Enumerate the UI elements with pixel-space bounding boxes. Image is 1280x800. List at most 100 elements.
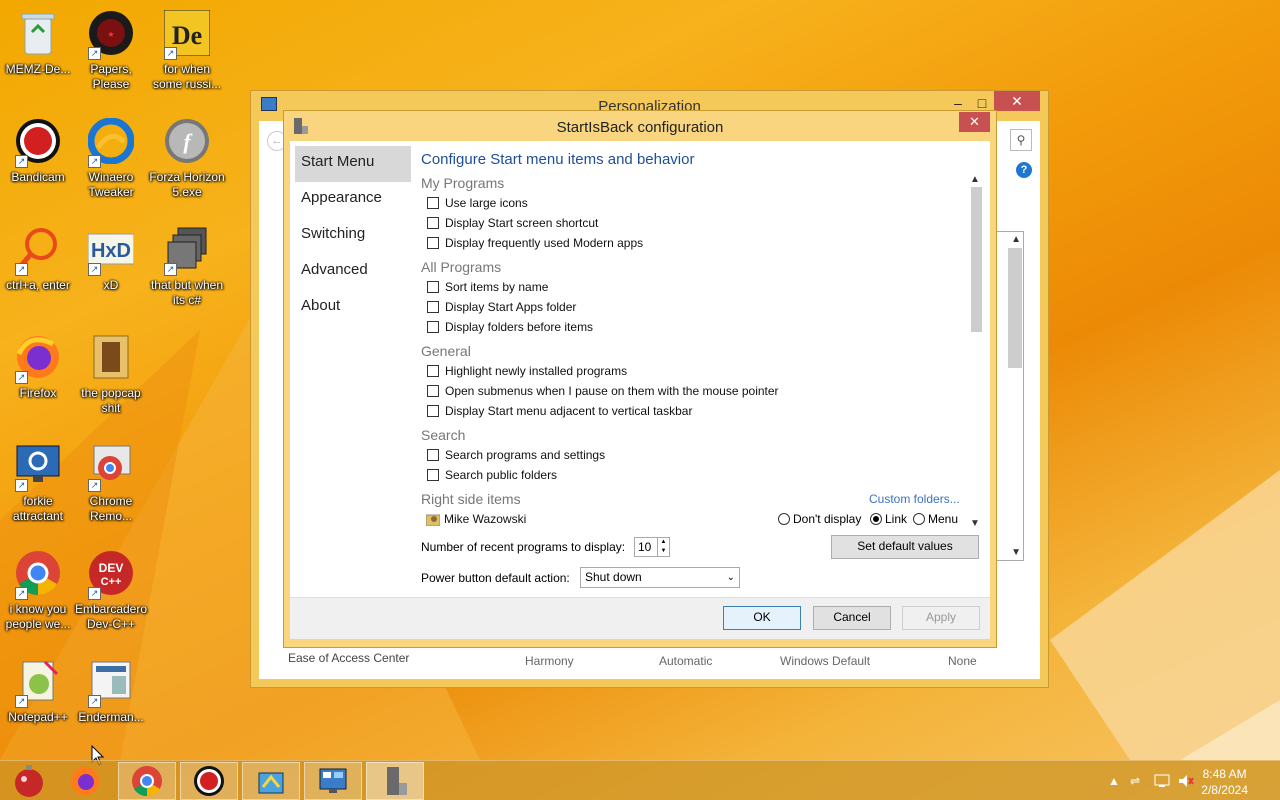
radio-circle[interactable] <box>778 513 790 525</box>
checkbox-adjacent-vertical[interactable]: Display Start menu adjacent to vertical … <box>427 404 692 418</box>
checkbox-box[interactable] <box>427 217 439 229</box>
desktop-icon-label: Firefox <box>19 386 57 400</box>
radio-link[interactable]: Link <box>870 512 907 526</box>
checkbox-box[interactable] <box>427 321 439 333</box>
spinner-value[interactable]: 10 <box>635 538 657 556</box>
startisback-dialog[interactable]: StartIsBack configuration ✕ Start Menu A… <box>283 110 997 648</box>
scrollbar-thumb[interactable] <box>971 187 982 332</box>
nav-advanced[interactable]: Advanced <box>295 254 411 290</box>
desktop-icon-popcap[interactable]: the popcap shit <box>73 332 149 416</box>
desktop-icon-ctrl-a[interactable]: ↗ ctrl+a, enter <box>0 224 76 293</box>
desktop-icon-notepadpp[interactable]: ↗ Notepad++ <box>0 656 76 725</box>
desktop-icon-forza[interactable]: f Forza Horizon 5.exe <box>149 116 225 200</box>
scroll-down-icon[interactable]: ▼ <box>1011 547 1021 558</box>
checkbox-box[interactable] <box>427 365 439 377</box>
desktop-icon-devcpp[interactable]: DEV C++ ↗ Embarcadero Dev-C++ <box>73 548 149 632</box>
spinner-arrows[interactable]: ▲ ▼ <box>657 538 669 556</box>
close-button[interactable]: ✕ <box>959 112 990 132</box>
chrome-icon: ↗ <box>13 548 63 600</box>
taskbar-chrome[interactable] <box>118 762 176 800</box>
desktop-icon-winaero[interactable]: ↗ Winaero Tweaker <box>73 116 149 200</box>
checkbox-box[interactable] <box>427 469 439 481</box>
desktop-icon-that-but[interactable]: ↗ that but when its c# <box>149 224 225 308</box>
checkbox-start-apps-folder[interactable]: Display Start Apps folder <box>427 300 576 314</box>
theme-none[interactable]: None <box>948 654 977 668</box>
checkbox-box[interactable] <box>427 385 439 397</box>
spin-up-icon[interactable]: ▲ <box>658 538 669 547</box>
desktop-icon-enderman[interactable]: ↗ Enderman... <box>73 656 149 725</box>
close-button[interactable]: ✕ <box>994 91 1040 111</box>
desktop-icon-label: Forza Horizon 5.exe <box>149 170 225 199</box>
nav-appearance[interactable]: Appearance <box>295 182 411 218</box>
theme-windows-default[interactable]: Windows Default <box>780 654 870 668</box>
ok-button[interactable]: OK <box>723 606 801 630</box>
checkbox-box[interactable] <box>427 449 439 461</box>
taskbar-startisback[interactable] <box>366 762 424 800</box>
scrollbar-thumb[interactable] <box>1008 248 1022 368</box>
apply-button[interactable]: Apply <box>902 606 980 630</box>
checkbox-box[interactable] <box>427 301 439 313</box>
checkbox-folders-before-items[interactable]: Display folders before items <box>427 320 593 334</box>
radio-circle[interactable] <box>870 513 882 525</box>
ease-of-access-link[interactable]: Ease of Access Center <box>288 651 409 665</box>
checkbox-box[interactable] <box>427 281 439 293</box>
checkbox-use-large-icons[interactable]: Use large icons <box>427 196 528 210</box>
volume-muted-icon[interactable] <box>1178 761 1194 800</box>
nav-start-menu[interactable]: Start Menu <box>295 146 411 182</box>
checkbox-start-screen-shortcut[interactable]: Display Start screen shortcut <box>427 216 598 230</box>
desktop-icon-xd[interactable]: HxD ↗ xD <box>73 224 149 293</box>
nav-about[interactable]: About <box>295 290 411 326</box>
show-hidden-icons[interactable]: ▲ <box>1108 761 1120 800</box>
start-button[interactable] <box>0 762 58 800</box>
checkbox-sort-by-name[interactable]: Sort items by name <box>427 280 548 294</box>
checkbox-search-public[interactable]: Search public folders <box>427 468 557 482</box>
svg-text:★: ★ <box>107 30 114 39</box>
taskbar-bandicam[interactable] <box>180 762 238 800</box>
desktop-icon-forkie[interactable]: ↗ forkie attractant <box>0 440 76 524</box>
desktop-icon-memz[interactable]: MEMZ-De... <box>0 8 76 77</box>
desktop-icon-bandicam[interactable]: ↗ Bandicam <box>0 116 76 185</box>
checkbox-highlight-new[interactable]: Highlight newly installed programs <box>427 364 627 378</box>
theme-harmony[interactable]: Harmony <box>525 654 574 668</box>
desktop-icon-label: xD <box>103 278 119 292</box>
power-action-select[interactable]: Shut down ⌄ <box>580 567 740 588</box>
taskbar-clock[interactable]: 8:48 AM 2/8/2024 <box>1201 766 1248 798</box>
radio-dont-display[interactable]: Don't display <box>778 512 861 526</box>
checkbox-modern-apps[interactable]: Display frequently used Modern apps <box>427 236 643 250</box>
recent-programs-spinner[interactable]: 10 ▲ ▼ <box>634 537 670 557</box>
checkbox-search-programs[interactable]: Search programs and settings <box>427 448 605 462</box>
taskbar-winaero[interactable] <box>242 762 300 800</box>
usb-icon[interactable]: ⇌ <box>1130 761 1140 800</box>
checkbox-box[interactable] <box>427 405 439 417</box>
nav-switching[interactable]: Switching <box>295 218 411 254</box>
scroll-down-icon[interactable]: ▼ <box>970 518 980 529</box>
radio-circle[interactable] <box>913 513 925 525</box>
popcap-icon <box>86 332 136 382</box>
scroll-up-icon[interactable]: ▲ <box>1011 234 1021 245</box>
checkbox-open-submenus[interactable]: Open submenus when I pause on them with … <box>427 384 779 398</box>
taskbar-control-panel[interactable] <box>304 762 362 800</box>
flash-icon: f <box>162 116 212 166</box>
theme-automatic[interactable]: Automatic <box>659 654 712 668</box>
scroll-up-icon[interactable]: ▲ <box>970 174 980 185</box>
desktop-icon-papers-please[interactable]: ★ ↗ Papers, Please <box>73 8 149 92</box>
spin-down-icon[interactable]: ▼ <box>658 547 669 556</box>
help-icon[interactable]: ? <box>1016 162 1032 178</box>
custom-folders-link[interactable]: Custom folders... <box>869 492 960 506</box>
radio-menu[interactable]: Menu <box>913 512 958 526</box>
search-icon[interactable]: ⚲ <box>1010 129 1032 151</box>
checkbox-box[interactable] <box>427 197 439 209</box>
checkbox-box[interactable] <box>427 237 439 249</box>
taskbar-firefox[interactable] <box>56 762 114 800</box>
desktop-icon-chrome[interactable]: ↗ i know you people we... <box>0 548 76 632</box>
desktop-icon-firefox[interactable]: ↗ Firefox <box>0 332 76 401</box>
settings-scrollbar[interactable]: ▲ ▼ <box>969 174 983 529</box>
cancel-button[interactable]: Cancel <box>813 606 891 630</box>
set-default-values-button[interactable]: Set default values <box>831 535 979 559</box>
checkbox-label: Sort items by name <box>445 280 549 294</box>
clock-date: 2/8/2024 <box>1201 783 1248 797</box>
desktop-icon-de-game[interactable]: De ↗ for when some russi... <box>149 8 225 92</box>
checkbox-label: Display Start Apps folder <box>445 300 577 314</box>
network-icon[interactable] <box>1154 761 1170 800</box>
desktop-icon-chrome-remote[interactable]: ↗ Chrome Remo... <box>73 440 149 524</box>
